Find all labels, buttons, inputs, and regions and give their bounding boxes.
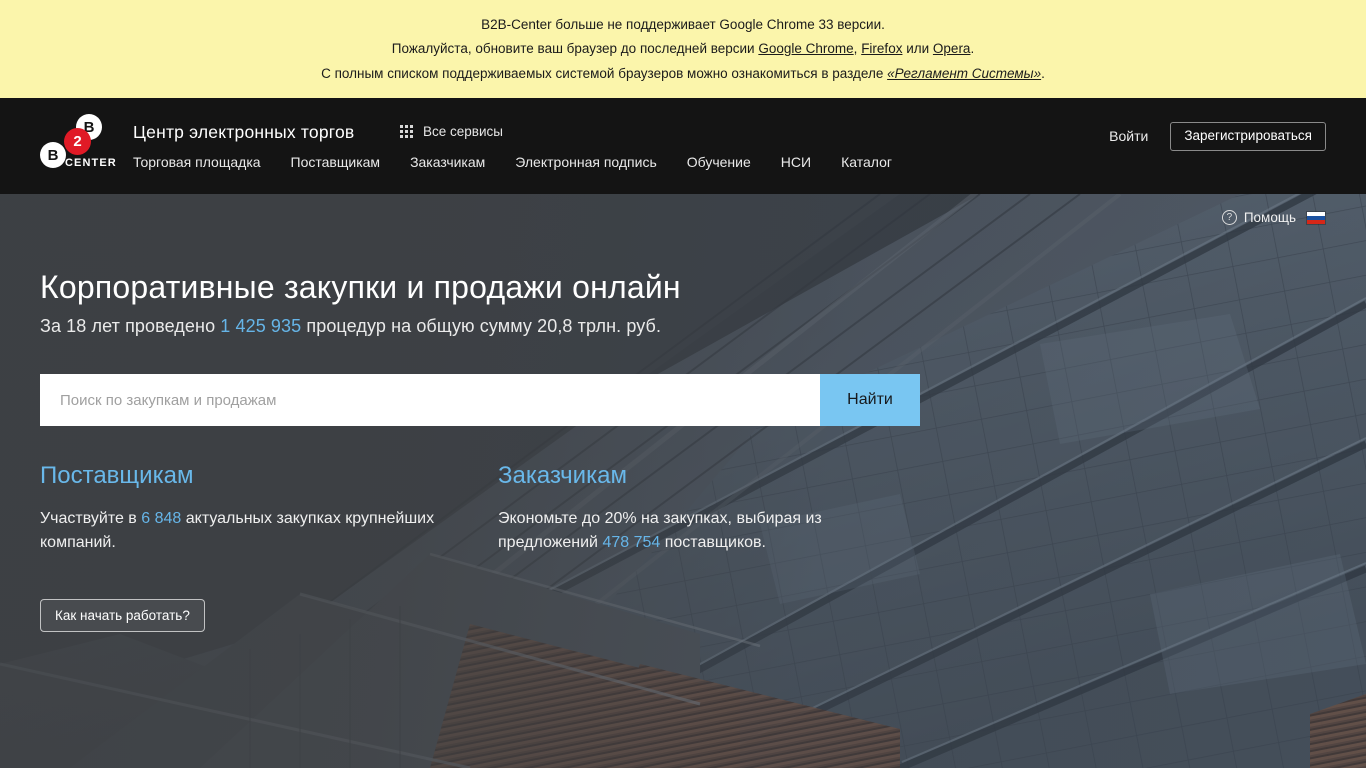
hero-section: ? Помощь Корпоративные закупки и продажи…	[0, 194, 1366, 768]
b2b-center-logo[interactable]: B 2 B CENTER	[40, 114, 122, 176]
login-link[interactable]: Войти	[1109, 128, 1148, 144]
all-services-button[interactable]: Все сервисы	[400, 124, 503, 139]
help-link[interactable]: ? Помощь	[1221, 210, 1296, 225]
banner-text-2-prefix: Пожалуйста, обновите ваш браузер до посл…	[391, 41, 759, 57]
procedures-count[interactable]: 1 425 935	[220, 316, 301, 336]
nav-item-electronic-signature[interactable]: Электронная подпись	[515, 154, 656, 170]
question-mark-icon: ?	[1221, 210, 1237, 225]
grid-apps-icon	[400, 125, 413, 138]
register-button[interactable]: Зарегистрироваться	[1170, 122, 1326, 151]
banner-text-1: B2B-Center больше не поддерживает Google…	[481, 16, 885, 32]
banner-line-2: Пожалуйста, обновите ваш браузер до посл…	[392, 39, 974, 59]
hero-subtitle: За 18 лет проведено 1 425 935 процедур н…	[40, 316, 661, 337]
logo-wordmark: CENTER	[65, 157, 117, 169]
customers-text-suffix: поставщиков.	[660, 534, 766, 551]
browser-warning-banner: B2B-Center больше не поддерживает Google…	[0, 0, 1366, 98]
hero-search-bar: Найти	[40, 374, 920, 426]
banner-text-3-suffix: .	[1041, 65, 1045, 81]
nav-item-training[interactable]: Обучение	[687, 154, 751, 170]
banner-line-1: B2B-Center больше не поддерживает Google…	[481, 15, 885, 35]
banner-sep-2: или	[902, 41, 933, 57]
system-regulations-link[interactable]: «Регламент Системы»	[887, 66, 1041, 81]
customers-column-text: Экономьте до 20% на закупках, выбирая из…	[498, 507, 898, 555]
search-input[interactable]	[40, 374, 820, 426]
nav-item-customers[interactable]: Заказчикам	[410, 154, 485, 170]
all-services-label: Все сервисы	[423, 124, 503, 139]
nav-item-nsi[interactable]: НСИ	[781, 154, 811, 170]
suppliers-column-title[interactable]: Поставщикам	[40, 462, 498, 490]
logo-two-badge-icon: 2	[64, 128, 91, 155]
nav-item-trading-platform[interactable]: Торговая площадка	[133, 154, 261, 170]
search-button[interactable]: Найти	[820, 374, 920, 426]
suppliers-column-text: Участвуйте в 6 848 актуальных закупках к…	[40, 507, 440, 555]
how-to-start-button[interactable]: Как начать работать?	[40, 599, 205, 632]
firefox-download-link[interactable]: Firefox	[861, 41, 902, 56]
banner-text-2-suffix: .	[970, 41, 975, 57]
nav-item-catalog[interactable]: Каталог	[841, 154, 892, 170]
hero-subtitle-prefix: За 18 лет проведено	[40, 316, 221, 336]
hero-columns: Поставщикам Участвуйте в 6 848 актуальны…	[40, 462, 956, 555]
russian-flag-icon[interactable]	[1306, 210, 1326, 225]
suppliers-text-prefix: Участвуйте в	[40, 510, 142, 527]
suppliers-column: Поставщикам Участвуйте в 6 848 актуальны…	[40, 462, 498, 555]
suppliers-count[interactable]: 6 848	[141, 510, 181, 527]
chrome-download-link[interactable]: Google Chrome	[758, 41, 853, 56]
customers-count[interactable]: 478 754	[602, 534, 660, 551]
site-header: B 2 B CENTER Центр электронных торгов Вс…	[0, 98, 1366, 194]
hero-title: Корпоративные закупки и продажи онлайн	[40, 269, 681, 305]
banner-line-3: С полным списком поддерживаемых системой…	[321, 64, 1045, 84]
help-and-language: ? Помощь	[1221, 210, 1326, 225]
help-label: Помощь	[1243, 210, 1296, 225]
main-navigation: Торговая площадка Поставщикам Заказчикам…	[133, 154, 892, 170]
hero-subtitle-suffix: процедур на общую сумму 20,8 трлн. руб.	[301, 316, 662, 336]
logo-b-bottom-icon: B	[40, 142, 66, 168]
nav-item-suppliers[interactable]: Поставщикам	[291, 154, 381, 170]
opera-download-link[interactable]: Opera	[933, 41, 971, 56]
customers-column: Заказчикам Экономьте до 20% на закупках,…	[498, 462, 956, 555]
banner-text-3-prefix: С полным списком поддерживаемых системой…	[321, 65, 888, 81]
customers-column-title[interactable]: Заказчикам	[498, 462, 956, 490]
site-title: Центр электронных торгов	[133, 122, 355, 142]
auth-area: Войти Зарегистрироваться	[1109, 122, 1326, 151]
